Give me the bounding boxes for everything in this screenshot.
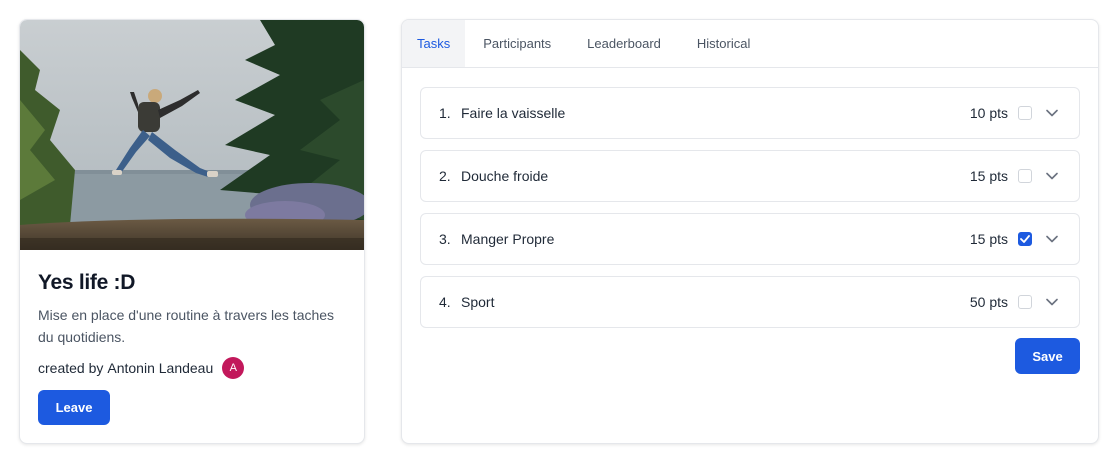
avatar[interactable]: A	[222, 357, 245, 379]
task-name: Sport	[461, 294, 495, 310]
cover-image	[20, 20, 364, 250]
creator-name: Antonin Landeau	[107, 360, 214, 376]
task-name: Douche froide	[461, 168, 549, 184]
tasks-panel: Tasks Participants Leaderboard Historica…	[401, 19, 1099, 444]
chevron-down-icon[interactable]	[1045, 232, 1059, 246]
task-row[interactable]: 4. Sport 50 pts	[420, 276, 1080, 328]
task-row[interactable]: 1. Faire la vaisselle 10 pts	[420, 87, 1080, 139]
task-number: 1.	[439, 105, 451, 121]
tab-bar: Tasks Participants Leaderboard Historica…	[402, 20, 1098, 68]
save-button[interactable]: Save	[1015, 338, 1080, 374]
task-name: Manger Propre	[461, 231, 555, 247]
chevron-down-icon[interactable]	[1045, 106, 1059, 120]
tab-historical[interactable]: Historical	[679, 20, 768, 67]
task-checkbox[interactable]	[1018, 295, 1032, 309]
challenge-card: Yes life :D Mise en place d'une routine …	[19, 19, 365, 444]
task-checkbox[interactable]	[1018, 232, 1032, 246]
tab-leaderboard[interactable]: Leaderboard	[569, 20, 679, 67]
task-row[interactable]: 2. Douche froide 15 pts	[420, 150, 1080, 202]
chevron-down-icon[interactable]	[1045, 295, 1059, 309]
task-points: 10 pts	[969, 105, 1008, 121]
task-checkbox[interactable]	[1018, 169, 1032, 183]
task-name: Faire la vaisselle	[461, 105, 566, 121]
challenge-title: Yes life :D	[38, 271, 136, 294]
task-number: 4.	[439, 294, 451, 310]
leave-button[interactable]: Leave	[38, 390, 110, 425]
task-number: 2.	[439, 168, 451, 184]
task-checkbox[interactable]	[1018, 106, 1032, 120]
tab-tasks[interactable]: Tasks	[402, 20, 466, 67]
task-points: 15 pts	[969, 231, 1008, 247]
creator-prefix: created by	[38, 360, 104, 376]
creator-row: created by Antonin Landeau A	[38, 357, 245, 379]
task-points: 50 pts	[969, 294, 1008, 310]
checkmark-icon	[1020, 235, 1030, 243]
chevron-down-icon[interactable]	[1045, 169, 1059, 183]
task-number: 3.	[439, 231, 451, 247]
task-points: 15 pts	[969, 168, 1008, 184]
person-jumping-photo-icon	[20, 20, 364, 250]
challenge-description: Mise en place d'une routine à travers le…	[38, 307, 335, 345]
tab-participants[interactable]: Participants	[465, 20, 569, 67]
task-row[interactable]: 3. Manger Propre 15 pts	[420, 213, 1080, 265]
